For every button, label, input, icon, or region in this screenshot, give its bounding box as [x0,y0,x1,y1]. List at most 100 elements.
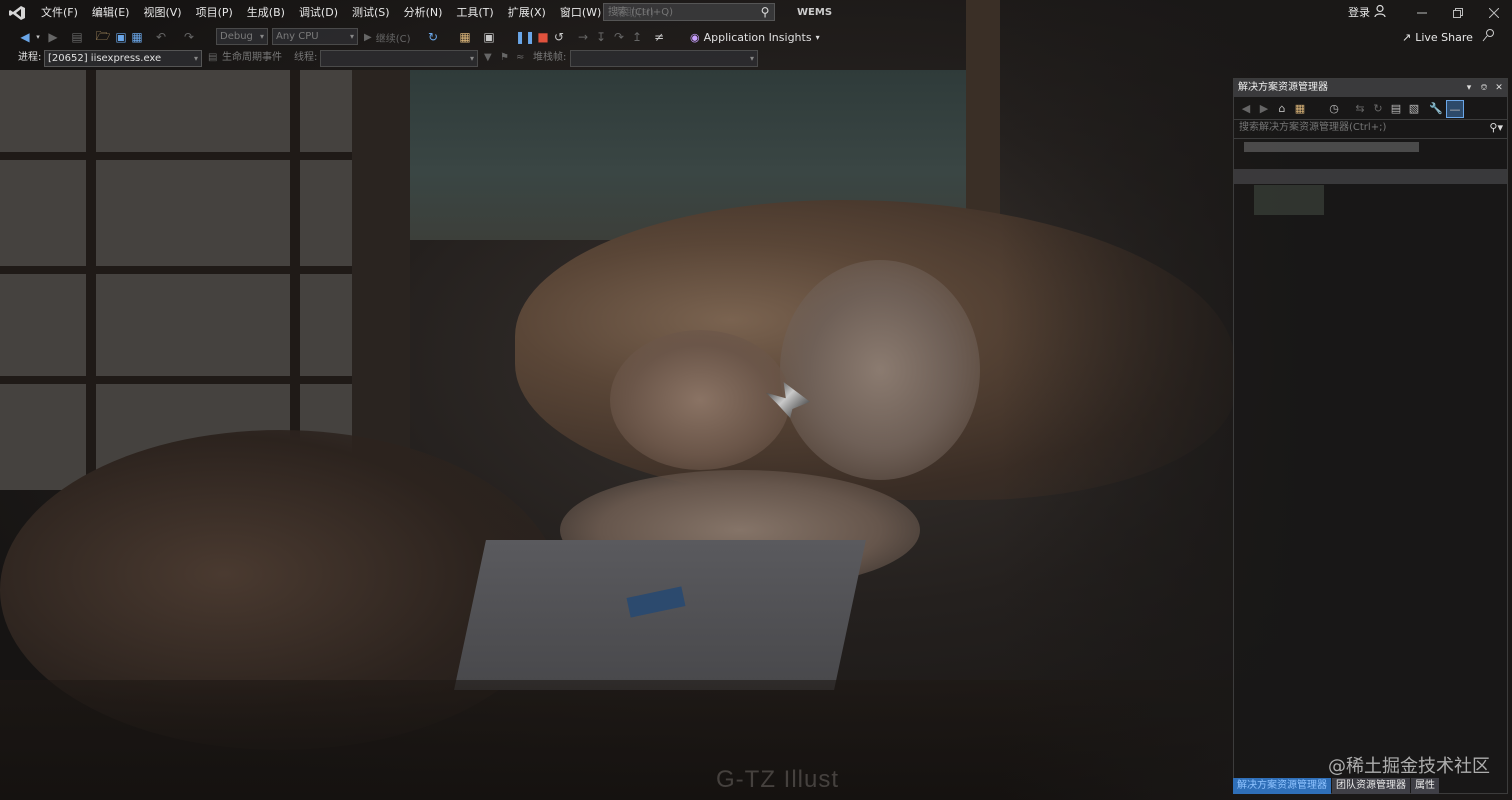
tab-solution-explorer[interactable]: 解决方案资源管理器 [1233,778,1331,794]
solution-configuration-select[interactable]: Debug ▾ [216,28,268,45]
minimize-icon [1417,12,1427,13]
login-link[interactable]: 登录 [1348,0,1370,25]
continue-button[interactable]: ▶ 继续(C) [364,28,424,46]
search-icon[interactable]: ⚲ [756,5,774,19]
process-label: 进程: [18,52,42,63]
menu-tools[interactable]: 工具(T) [449,0,500,25]
play-icon: ▶ [364,31,372,43]
hex-display-icon[interactable]: ≠ [652,28,666,46]
menu-edit[interactable]: 编辑(E) [85,0,137,25]
site-watermark: @稀土掘金技术社区 [1328,756,1490,777]
step-over-icon[interactable]: ↷ [612,28,626,46]
forward-icon[interactable]: ▶ [1256,100,1272,116]
share-icon: ↗ [1402,30,1412,44]
step-out-icon[interactable]: ↥ [630,28,644,46]
lightbulb-icon: ◉ [690,30,700,44]
menu-view[interactable]: 视图(V) [136,0,188,25]
back-icon[interactable]: ◀ [1238,100,1254,116]
pending-changes-filter-icon[interactable]: ◷ [1326,100,1342,116]
panel-options-icon[interactable]: ▾ [1462,79,1476,97]
stackframe-label: 堆栈帧: [533,52,567,63]
restore-button[interactable] [1440,0,1476,25]
platform-value: Any CPU [276,31,319,42]
tool-window-tabs: 解决方案资源管理器 团队资源管理器 属性 [1233,778,1440,794]
properties-wrench-icon[interactable]: 🔧 [1428,100,1444,116]
solution-platform-select[interactable]: Any CPU ▾ [272,28,358,45]
lifecycle-events-icon[interactable]: ▤ [208,48,217,68]
close-icon [1489,7,1499,18]
lifecycle-events-label[interactable]: 生命周期事件 [222,48,282,68]
chevron-down-icon: ▾ [815,32,820,42]
solution-explorer-header: 解决方案资源管理器 ▾ ⎊ ✕ [1234,79,1507,97]
global-search-input[interactable] [604,5,756,19]
tab-team-explorer[interactable]: 团队资源管理器 [1332,778,1410,794]
tree-item-selected-redacted[interactable] [1234,169,1507,184]
browser-link-icon[interactable]: ▦ [458,28,472,46]
live-share-button[interactable]: ↗ Live Share [1402,26,1473,48]
stop-icon[interactable]: ■ [536,28,550,46]
navigate-back-icon[interactable]: ◀ [18,28,32,46]
process-value: [20652] iisexpress.exe [48,53,162,64]
screenshot-icon[interactable]: ▣ [482,28,496,46]
home-icon[interactable]: ⌂ [1274,100,1290,116]
refresh-icon[interactable]: ↻ [1370,100,1386,116]
solution-explorer-toolbar: ◀ ▶ ⌂ ▦ ◷ ⇆ ↻ ▤ ▧ 🔧 — [1234,98,1507,118]
restart-icon[interactable]: ↺ [552,28,566,46]
navigate-forward-icon[interactable]: ▶ [46,28,60,46]
application-insights-label: Application Insights [703,30,812,44]
menu-project[interactable]: 项目(P) [189,0,240,25]
new-project-icon[interactable]: ▤ [70,28,84,46]
menu-build[interactable]: 生成(B) [240,0,292,25]
preview-selected-icon[interactable]: — [1446,100,1464,118]
tree-item-redacted[interactable] [1254,185,1324,215]
menu-debug[interactable]: 调试(D) [292,0,345,25]
close-button[interactable] [1476,0,1512,25]
stack-icon[interactable]: ≈ [516,48,524,68]
redo-icon[interactable]: ↷ [182,28,196,46]
application-insights-button[interactable]: ◉ Application Insights ▾ [690,26,820,48]
menu-extensions[interactable]: 扩展(X) [501,0,553,25]
step-into-icon[interactable]: ↧ [594,28,608,46]
tree-item-redacted[interactable] [1244,142,1419,152]
global-search-box[interactable]: ⚲ [603,3,775,21]
menu-analyze[interactable]: 分析(N) [397,0,450,25]
collapse-all-icon[interactable]: ▤ [1388,100,1404,116]
stackframe-select[interactable]: ▾ [570,50,758,67]
minimize-button[interactable] [1404,0,1440,25]
solution-explorer-search-input[interactable] [1237,121,1481,134]
show-next-statement-icon[interactable]: → [576,28,590,46]
solution-explorer-panel: 解决方案资源管理器 ▾ ⎊ ✕ ◀ ▶ ⌂ ▦ ◷ ⇆ ↻ ▤ ▧ 🔧 — ⚲▾ [1233,78,1508,794]
refresh-icon[interactable]: ↻ [426,28,440,46]
thread-label: 线程: [294,52,318,63]
undo-icon[interactable]: ↶ [154,28,168,46]
live-share-label: Live Share [1415,30,1473,44]
close-panel-icon[interactable]: ✕ [1492,79,1506,97]
search-icon[interactable]: ⚲▾ [1489,121,1503,134]
menu-file[interactable]: 文件(F) [34,0,85,25]
visual-studio-logo-icon[interactable] [0,0,34,25]
feedback-icon[interactable] [1482,28,1496,45]
solution-explorer-title: 解决方案资源管理器 [1238,82,1328,93]
chevron-down-icon[interactable]: ▾ [34,28,42,46]
restore-icon [1453,7,1463,18]
sync-icon[interactable]: ⇆ [1352,100,1368,116]
solution-name: WEMS [797,7,833,18]
menu-window[interactable]: 窗口(W) [553,0,608,25]
pin-icon[interactable]: ⎊ [1477,79,1491,97]
open-folder-icon[interactable]: 🗁 [96,28,111,46]
show-all-files-icon[interactable]: ▧ [1406,100,1422,116]
switch-views-icon[interactable]: ▦ [1292,100,1308,116]
flag-icon[interactable]: ⚑ [500,48,509,68]
save-all-icon[interactable]: ▦ [130,28,144,46]
filter-icon[interactable]: ▼ [484,48,492,68]
configuration-value: Debug [220,31,253,42]
save-icon[interactable]: ▣ [114,28,128,46]
thread-select[interactable]: ▾ [320,50,478,67]
tab-properties[interactable]: 属性 [1411,778,1439,794]
user-icon[interactable] [1374,4,1388,21]
pause-icon[interactable]: ❚❚ [515,28,535,46]
menu-test[interactable]: 测试(S) [345,0,397,25]
process-select[interactable]: [20652] iisexpress.exe ▾ [44,50,202,67]
artist-watermark: G-TZ Illust [716,766,839,793]
solution-explorer-search[interactable]: ⚲▾ [1234,119,1507,139]
